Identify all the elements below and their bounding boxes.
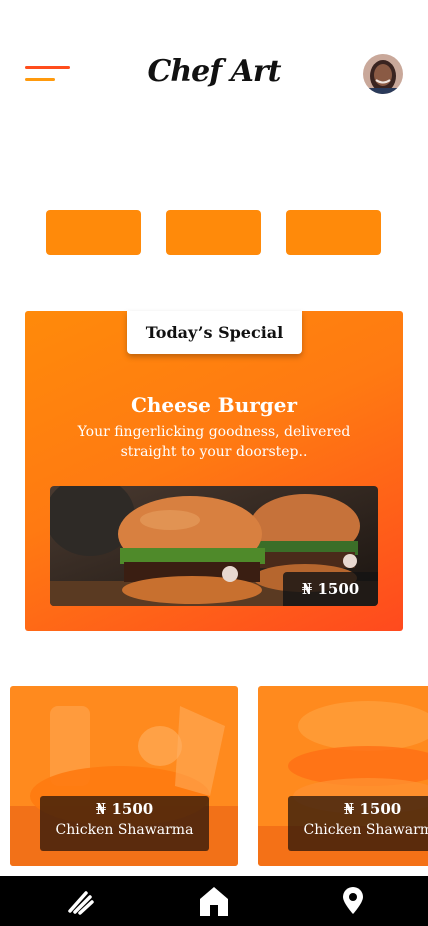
special-price-tag: ₦ 1500 (283, 572, 378, 606)
food-label-1: ₦ 1500 Chicken Shawarma (40, 796, 209, 851)
nav-menu[interactable] (50, 876, 110, 926)
special-tab-label: Today’s Special (127, 311, 302, 354)
special-description: Your fingerlicking goodness, delivered s… (77, 424, 351, 460)
hamburger-menu-icon[interactable] (24, 62, 72, 86)
category-pill-1[interactable] (46, 210, 141, 255)
food-price: ₦ 1500 (95, 800, 154, 818)
app-logo: Chef Art (147, 54, 281, 89)
special-dish-name: Cheese Burger (130, 393, 298, 417)
location-pin-icon (343, 887, 363, 914)
food-card-1[interactable]: ₦ 1500 Chicken Shawarma (10, 686, 238, 866)
category-pill-3[interactable] (286, 210, 381, 255)
food-price: ₦ 1500 (343, 800, 402, 818)
menu-bar-top (25, 66, 70, 69)
category-pill-2[interactable] (166, 210, 261, 255)
home-icon (200, 887, 228, 916)
avatar[interactable] (363, 54, 403, 94)
food-label-2: ₦ 1500 Chicken Shawarma (288, 796, 428, 851)
nav-location[interactable] (323, 876, 383, 926)
food-card-2[interactable]: ₦ 1500 Chicken Shawarma (258, 686, 428, 866)
utensils-icon (68, 891, 94, 915)
nav-home[interactable] (184, 876, 244, 926)
menu-bar-bottom (25, 78, 55, 81)
burger-image: ₦ 1500 (50, 486, 378, 606)
food-name: Chicken Shawarma (55, 822, 194, 838)
food-name: Chicken Shawarma (303, 822, 428, 838)
todays-special-card[interactable]: Today’s Special Cheese Burger Your finge… (25, 311, 403, 631)
bottom-nav (0, 876, 428, 926)
avatar-image (363, 54, 403, 94)
